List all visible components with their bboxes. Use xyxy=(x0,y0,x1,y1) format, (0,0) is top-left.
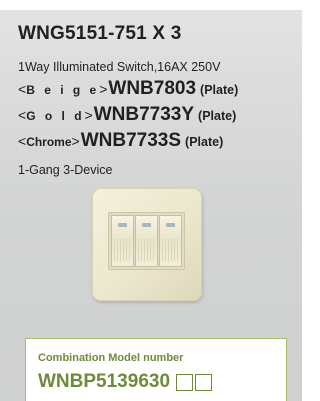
rocker-texture xyxy=(138,239,155,261)
model-title: WNG5151-751 X 3 xyxy=(18,23,182,44)
rocker-switch xyxy=(159,215,182,267)
rocker-texture xyxy=(114,239,131,261)
switch-plate-image xyxy=(92,188,202,301)
combination-value: WNBP5139630 xyxy=(38,371,213,393)
variant-close-bracket: > xyxy=(84,107,93,123)
rocker-switch xyxy=(111,215,134,267)
product-card: WNG5151-751 X 3 1Way Illuminated Switch,… xyxy=(0,0,302,401)
variant-model-code: WNB7733S xyxy=(80,130,182,151)
variant-model-code: WNB7733Y xyxy=(93,104,195,125)
variant-model-code: WNB7803 xyxy=(108,78,197,99)
combination-label: Combination Model number xyxy=(38,352,184,364)
indicator-lamp xyxy=(166,223,175,227)
combination-box: Combination Model number WNBP5139630 xyxy=(25,338,287,401)
variant-close-bracket: > xyxy=(71,133,80,149)
rocker-texture xyxy=(162,239,179,261)
switch-frame xyxy=(108,212,185,270)
variant-close-bracket: > xyxy=(99,81,108,97)
variant-color-label: B e i g e xyxy=(26,83,100,97)
variant-color-label: G o l d xyxy=(26,109,85,123)
product-description: 1Way Illuminated Switch,16AX 250V xyxy=(18,60,221,74)
variant-plate-label: (Plate) xyxy=(198,109,237,123)
variant-beige: < B e i g e > WNB7803 (Plate) xyxy=(18,78,238,100)
indicator-lamp xyxy=(118,223,127,227)
variant-plate-label: (Plate) xyxy=(185,135,224,149)
variant-open-bracket: < xyxy=(18,81,27,97)
rocker-switch xyxy=(135,215,158,267)
gang-configuration: 1-Gang 3-Device xyxy=(18,163,113,177)
indicator-lamp xyxy=(142,223,151,227)
variant-gold: < G o l d > WNB7733Y (Plate) xyxy=(18,104,236,126)
variant-chrome: < Chrome > WNB7733S (Plate) xyxy=(18,130,223,152)
variant-open-bracket: < xyxy=(18,107,27,123)
variant-color-label: Chrome xyxy=(26,135,72,149)
checkbox-square xyxy=(195,373,213,391)
variant-plate-label: (Plate) xyxy=(200,83,239,97)
variant-open-bracket: < xyxy=(18,133,27,149)
combination-model-code: WNBP5139630 xyxy=(38,371,171,392)
checkbox-square xyxy=(176,373,194,391)
